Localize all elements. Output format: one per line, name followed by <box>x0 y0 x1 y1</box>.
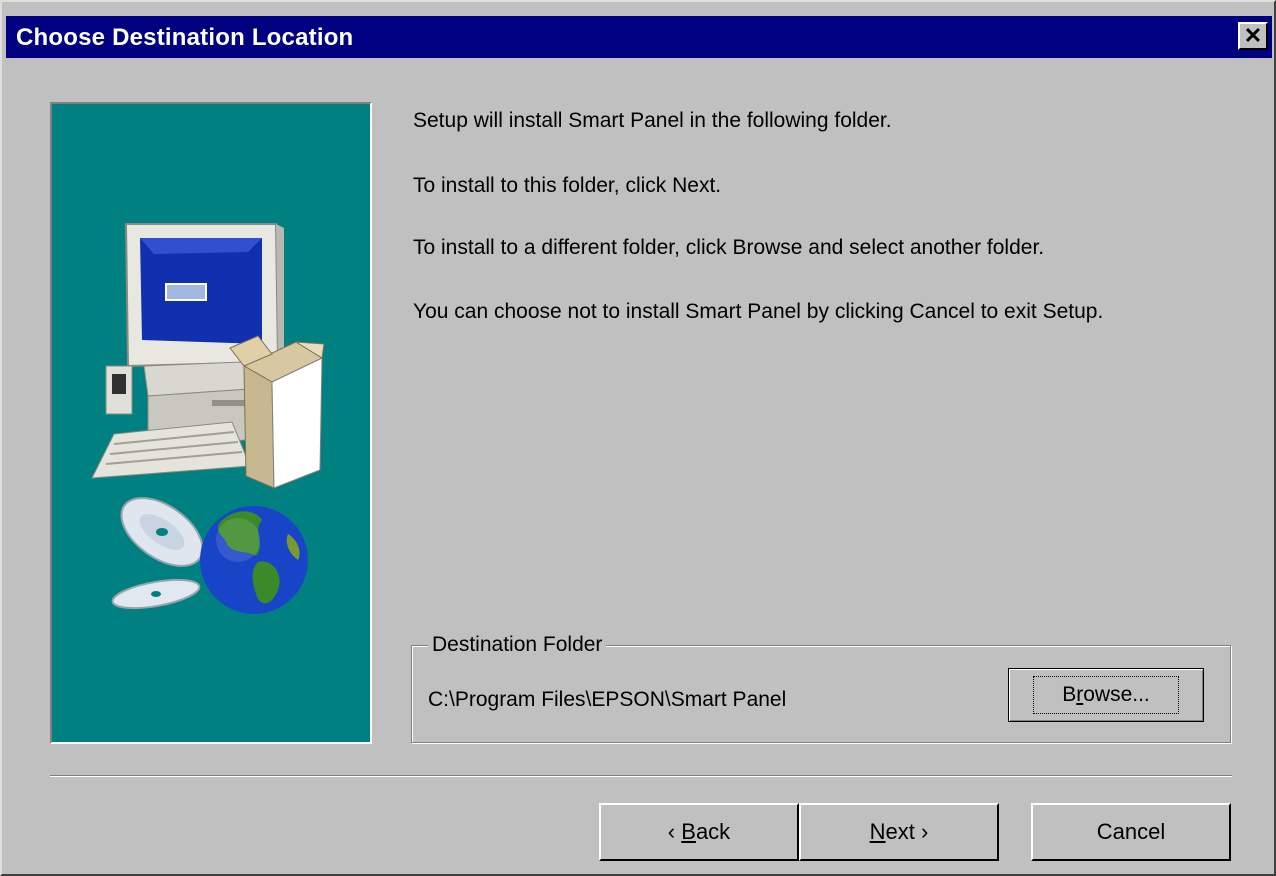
message-line-2: To install to this folder, click Next. <box>413 174 722 197</box>
destination-folder-label: Destination Folder <box>428 633 607 657</box>
back-button-label: ‹ Back <box>667 819 731 844</box>
cancel-button[interactable]: Cancel <box>1031 803 1231 861</box>
destination-path: C:\Program Files\EPSON\Smart Panel <box>428 688 787 711</box>
title-bar[interactable]: Choose Destination Location ✕ <box>6 16 1272 58</box>
message-line-1: Setup will install Smart Panel in the fo… <box>413 109 892 132</box>
setup-dialog: Choose Destination Location ✕ Setup will… <box>0 0 1276 876</box>
cd-disc-icon <box>111 497 204 610</box>
cancel-button-label: Cancel <box>1096 819 1166 844</box>
next-button-label: Next › <box>869 819 929 844</box>
button-separator <box>50 775 1232 777</box>
message-line-3: To install to a different folder, click … <box>413 236 1045 259</box>
browse-button[interactable]: Browse... <box>1008 668 1204 722</box>
back-button[interactable]: ‹ Back <box>599 803 799 861</box>
globe-icon <box>200 506 308 614</box>
browse-button-label: Browse... <box>1033 676 1179 714</box>
installer-illustration <box>50 102 372 744</box>
dialog-title: Choose Destination Location <box>16 24 354 51</box>
close-icon: ✕ <box>1243 23 1263 48</box>
destination-folder-group: Destination Folder C:\Program Files\EPSO… <box>411 633 1231 743</box>
close-button[interactable]: ✕ <box>1238 22 1268 50</box>
next-button[interactable]: Next › <box>799 803 999 861</box>
message-line-4: You can choose not to install Smart Pane… <box>413 300 1104 323</box>
